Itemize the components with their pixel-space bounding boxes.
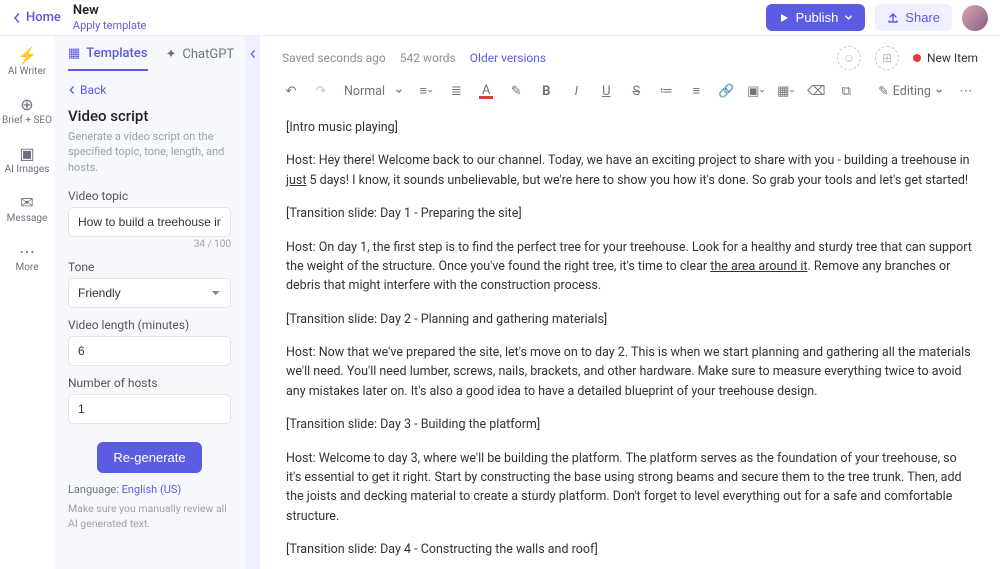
templates-icon: ▦ xyxy=(68,46,80,61)
review-note: Make sure you manually review all AI gen… xyxy=(68,502,231,531)
hosts-label: Number of hosts xyxy=(68,376,231,390)
doc-line: [Transition slide: Day 3 - Building the … xyxy=(286,415,974,434)
text-color-button[interactable]: A xyxy=(475,80,497,102)
ordered-list-button[interactable]: ≔ xyxy=(655,80,677,102)
undo-button[interactable]: ↶ xyxy=(280,80,302,102)
tab-chatgpt[interactable]: ✦ ChatGPT xyxy=(166,46,235,71)
redo-button[interactable]: ↷ xyxy=(310,80,332,102)
new-item-button[interactable]: New Item xyxy=(913,51,978,65)
avatar[interactable] xyxy=(962,5,988,31)
share-button[interactable]: Share xyxy=(875,4,952,31)
rail-more[interactable]: ⋯ More xyxy=(0,242,54,275)
pencil-icon: ✎ xyxy=(878,83,888,99)
image-button[interactable]: ▣ xyxy=(745,80,767,102)
tab-templates[interactable]: ▦ Templates xyxy=(68,46,148,71)
rail-ai-images[interactable]: ▣ AI Images xyxy=(0,144,54,177)
italic-button[interactable]: I xyxy=(565,80,587,102)
underline-button[interactable]: U xyxy=(595,80,617,102)
language-link[interactable]: English (US) xyxy=(122,483,182,496)
code-button[interactable]: ⧉ xyxy=(835,80,857,102)
highlight-button[interactable]: ✎ xyxy=(505,80,527,102)
home-label: Home xyxy=(26,10,61,25)
language-label: Language: xyxy=(68,483,119,496)
table-button[interactable]: ▦ xyxy=(775,80,797,102)
document-body[interactable]: [Intro music playing] Host: Hey there! W… xyxy=(260,112,1000,569)
status-dot-icon xyxy=(913,54,921,62)
link-button[interactable]: 🔗 xyxy=(715,80,737,102)
doc-line: [Transition slide: Day 2 - Planning and … xyxy=(286,310,974,329)
editing-mode-select[interactable]: ✎ Editing xyxy=(874,81,947,101)
doc-line: [Transition slide: Day 4 - Constructing … xyxy=(286,540,974,559)
older-versions-link[interactable]: Older versions xyxy=(470,51,546,65)
image-icon: ▣ xyxy=(19,146,34,162)
clear-format-button[interactable]: ⌫ xyxy=(805,80,827,102)
share-label: Share xyxy=(905,10,940,25)
unordered-list-button[interactable]: ≡ xyxy=(685,80,707,102)
char-count: 34 / 100 xyxy=(68,239,231,250)
rail-ai-writer[interactable]: ⚡ AI Writer xyxy=(0,46,54,79)
regenerate-button[interactable]: Re-generate xyxy=(97,442,201,473)
saved-status: Saved seconds ago xyxy=(282,51,386,65)
target-icon: ⊕ xyxy=(20,97,33,113)
doc-line: [Intro music playing] xyxy=(286,118,974,137)
more-icon: ⋯ xyxy=(19,244,35,260)
bold-button[interactable]: B xyxy=(535,80,557,102)
panel-desc: Generate a video script on the specified… xyxy=(68,129,231,175)
publish-label: Publish xyxy=(796,10,839,25)
rail-brief-seo[interactable]: ⊕ Brief + SEO xyxy=(0,95,54,128)
panel-title: Video script xyxy=(68,107,231,125)
more-toolbar-button[interactable]: ⋯ xyxy=(955,80,977,102)
home-link[interactable]: Home xyxy=(12,10,61,25)
doc-line: Host: Now that we've prepared the site, … xyxy=(286,343,974,401)
message-icon: ✉ xyxy=(20,195,33,211)
add-collaborator-2[interactable]: ⊞ xyxy=(875,46,899,70)
back-link[interactable]: Back xyxy=(68,83,231,97)
tone-label: Tone xyxy=(68,260,231,274)
apply-template-link[interactable]: Apply template xyxy=(73,19,146,32)
length-input[interactable] xyxy=(68,336,231,366)
bolt-icon: ⚡ xyxy=(17,48,37,64)
paragraph-style-select[interactable]: Normal xyxy=(340,82,407,101)
editor-toolbar: ↶ ↷ Normal ≡ ≣ A ✎ B I U S ≔ ≡ 🔗 ▣ ▦ ⌫ xyxy=(260,76,1000,112)
doc-line: Host: Welcome to day 3, where we'll be b… xyxy=(286,449,974,527)
line-height-button[interactable]: ≣ xyxy=(445,80,467,102)
doc-line: [Transition slide: Day 1 - Preparing the… xyxy=(286,204,974,223)
align-button[interactable]: ≡ xyxy=(415,80,437,102)
strike-button[interactable]: S xyxy=(625,80,647,102)
rail-message[interactable]: ✉ Message xyxy=(0,193,54,226)
video-topic-label: Video topic xyxy=(68,189,231,203)
tone-select[interactable]: Friendly xyxy=(68,278,231,308)
collapse-panel[interactable] xyxy=(246,36,260,569)
length-label: Video length (minutes) xyxy=(68,318,231,332)
publish-button[interactable]: Publish xyxy=(766,4,866,31)
hosts-input[interactable] xyxy=(68,394,231,424)
add-collaborator-1[interactable]: ☺ xyxy=(837,46,861,70)
video-topic-input[interactable] xyxy=(68,207,231,237)
doc-line: Host: On day 1, the first step is to fin… xyxy=(286,238,974,296)
doc-title: New xyxy=(73,3,146,19)
word-count: 542 words xyxy=(400,51,456,65)
doc-line: Host: Hey there! Welcome back to our cha… xyxy=(286,151,974,190)
chat-icon: ✦ xyxy=(166,47,177,62)
